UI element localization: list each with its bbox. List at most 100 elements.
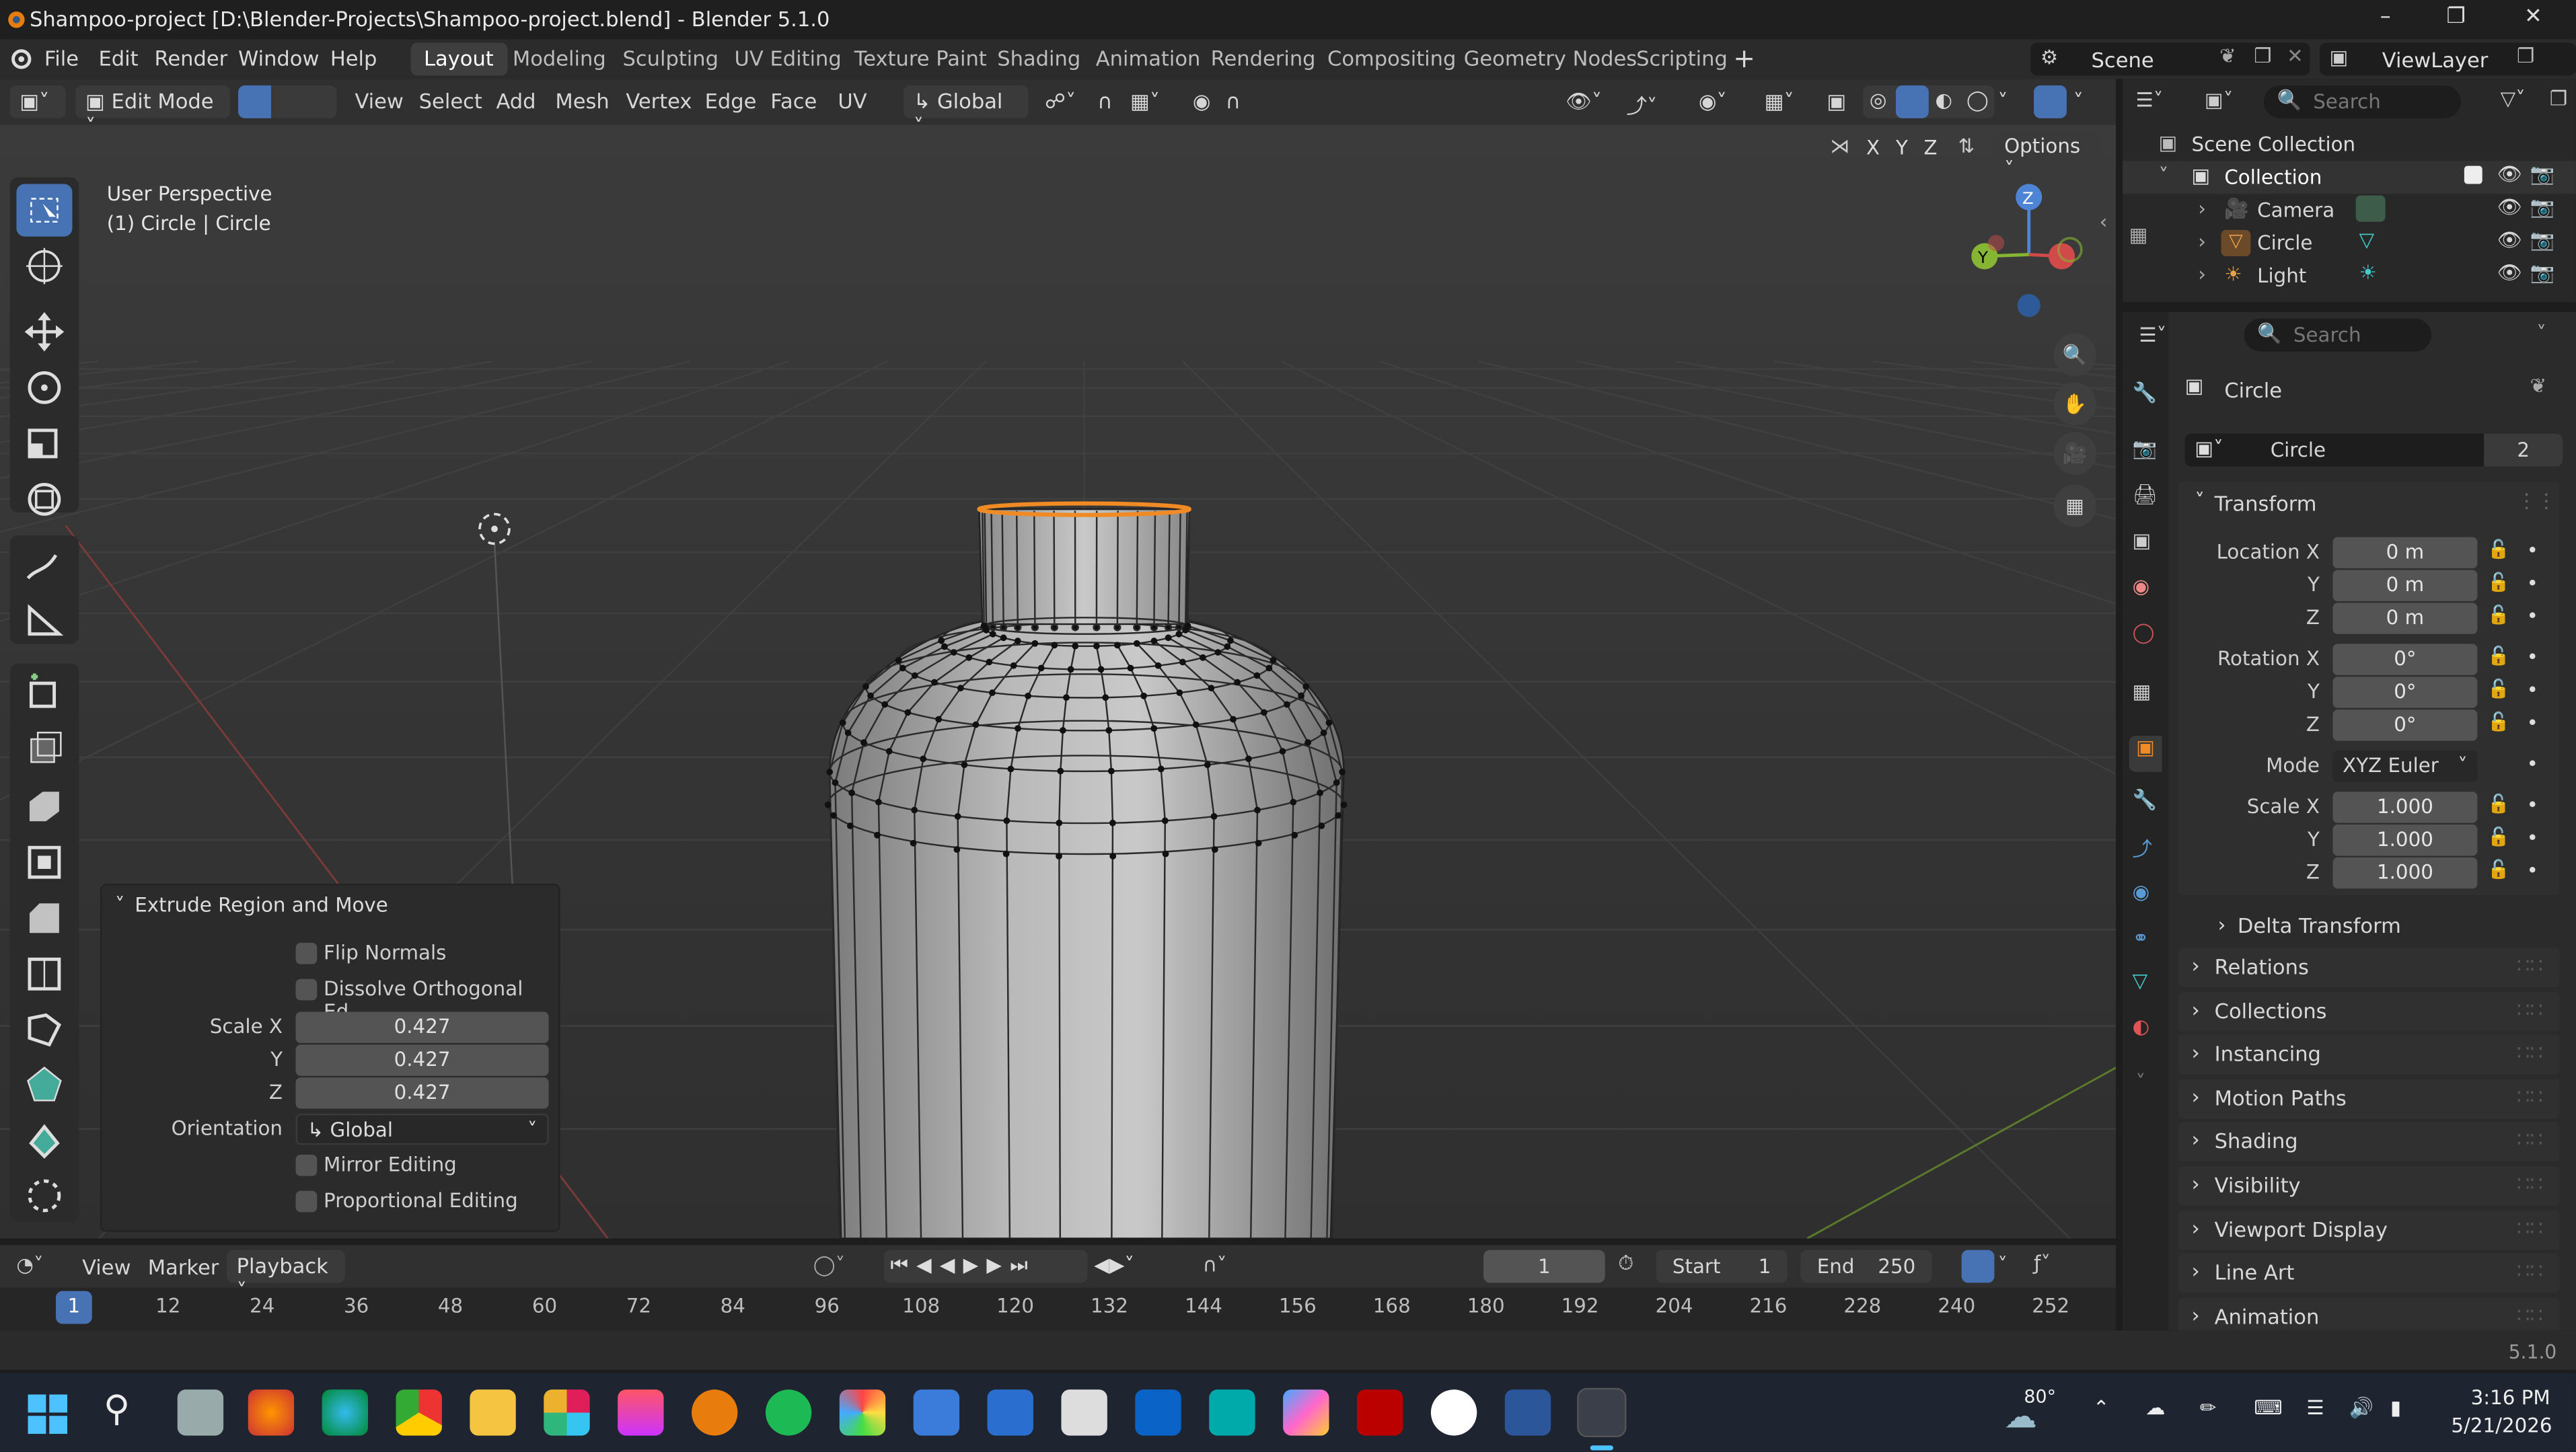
light-data-icon[interactable]: ☀ (2359, 261, 2377, 284)
header-menu-uv[interactable]: UV (838, 89, 867, 114)
timeline-editor-icon[interactable]: ◔˅ (16, 1253, 43, 1276)
material-shading-icon[interactable]: ◐ (1936, 89, 1953, 112)
panel-relations[interactable]: › Relations ∷∷ (2178, 948, 2560, 987)
mirror-x-toggle[interactable]: X (1866, 137, 1880, 159)
gizmo-toggle-icon[interactable]: ⤴˅ (1626, 89, 1657, 120)
keyframe-dot-icon[interactable]: • (2527, 753, 2538, 775)
outliner-row-camera[interactable]: › 🎥 Camera 👁 📷 (2123, 194, 2576, 227)
header-menu-add[interactable]: Add (496, 89, 536, 114)
redo-panel-title[interactable]: Extrude Region and Move (135, 894, 388, 917)
spotify-icon[interactable] (765, 1389, 812, 1436)
tab-geometry-nodes[interactable]: Geometry Nodes (1450, 42, 1650, 75)
header-menu-face[interactable]: Face (770, 89, 817, 114)
keyframe-dot-icon[interactable]: • (2527, 646, 2538, 668)
toggle-sidebar-icon[interactable] (2034, 85, 2067, 118)
filter-icon[interactable]: ▽˅ (2501, 87, 2526, 110)
lock-icon[interactable]: 🔓 (2487, 679, 2509, 700)
slack-icon[interactable] (544, 1389, 590, 1436)
header-menu-select[interactable]: Select (419, 89, 482, 114)
tool-move[interactable] (16, 305, 72, 358)
clock-time[interactable]: 3:16 PM (2471, 1386, 2550, 1409)
navigation-gizmo[interactable]: Z Y (1955, 181, 2103, 329)
current-frame-field[interactable]: 1 (1483, 1250, 1605, 1283)
tool-annotate[interactable] (16, 539, 72, 591)
tool-measure[interactable] (16, 595, 72, 647)
keyframe-dot-icon[interactable]: • (2527, 794, 2538, 816)
next-keyframe-icon[interactable]: ▶ (986, 1253, 1010, 1276)
scale-x-field[interactable]: 1.000 (2332, 792, 2478, 823)
face-select-icon[interactable] (304, 85, 337, 118)
scale-x-field[interactable]: 0.427 (295, 1011, 549, 1043)
drag-handle-icon[interactable]: ∷∷ (2517, 1258, 2543, 1283)
lock-icon[interactable]: 🔓 (2487, 859, 2509, 880)
clock-date[interactable]: 5/21/2026 (2451, 1414, 2552, 1437)
options-dropdown[interactable]: Options ˅ (1994, 131, 2103, 181)
mesh-overlays-icon[interactable]: ▦˅ (1765, 89, 1794, 114)
task-view-icon[interactable] (177, 1389, 224, 1436)
menu-render[interactable]: Render (155, 46, 228, 71)
header-dropdown-icon[interactable]: ˅ (2073, 89, 2084, 114)
firefox-icon[interactable] (248, 1389, 295, 1436)
shading-options-icon[interactable]: ˅ (1997, 89, 2008, 114)
lock-icon[interactable]: 🔓 (2487, 826, 2509, 847)
tool-spin[interactable] (16, 1114, 72, 1166)
chevron-right-icon[interactable]: › (2198, 197, 2206, 220)
mesh-data-selector[interactable]: ▣˅ Circle 2 (2184, 433, 2563, 467)
lock-icon[interactable]: 🔓 (2487, 605, 2509, 626)
jump-end-icon[interactable]: ⏭ (1010, 1253, 1036, 1276)
new-collection-icon[interactable]: ❐ (2550, 87, 2567, 110)
playback-dropdown[interactable]: Playback ˅ (226, 1250, 345, 1303)
editor-type-button[interactable]: ▣˅ (9, 85, 66, 118)
perspective-toggle-icon[interactable]: ▦ (2053, 484, 2096, 527)
menu-help[interactable]: Help (330, 46, 377, 71)
light-render-icon[interactable]: 📷 (2530, 261, 2555, 284)
end-frame-field[interactable]: End 250 (1800, 1250, 1932, 1283)
store-icon[interactable] (1209, 1389, 1255, 1436)
word-icon[interactable] (1504, 1389, 1551, 1436)
rotation-y-field[interactable]: 0° (2332, 677, 2478, 708)
scale-y-field[interactable]: 0.427 (295, 1044, 549, 1076)
blender-menu-icon[interactable] (7, 48, 33, 71)
wifi-icon[interactable]: ☰ (2306, 1396, 2324, 1419)
physics-tab-icon[interactable]: ◉ (2133, 880, 2150, 903)
calculator-icon[interactable] (913, 1389, 960, 1436)
location-y-field[interactable]: 0 m (2332, 570, 2478, 601)
lock-icon[interactable]: 🔓 (2487, 539, 2509, 560)
transform-orientation-dropdown[interactable]: ↳ Global ˅ (904, 85, 1029, 138)
rendered-shading-icon[interactable]: ◯ (1966, 89, 1989, 112)
drag-handle-icon[interactable]: ∷∷ (2517, 996, 2543, 1021)
tab-scripting[interactable]: Scripting (1623, 42, 1741, 75)
edge-icon[interactable] (322, 1389, 368, 1436)
chevron-right-icon[interactable]: › (2198, 230, 2206, 253)
header-menu-edge[interactable]: Edge (705, 89, 757, 114)
snap-icon[interactable]: ∩ (1097, 89, 1112, 114)
onion-skin-icon[interactable] (1961, 1250, 1995, 1283)
blender-launcher-icon[interactable] (692, 1389, 738, 1436)
display-mode-icon[interactable]: ▣˅ (2205, 89, 2233, 112)
driver-icon[interactable]: ƒ˅ (2034, 1252, 2051, 1274)
header-menu-vertex[interactable]: Vertex (626, 89, 692, 114)
mode-selector[interactable]: ▣ Edit Mode ˅ (75, 85, 230, 138)
tray-overflow-icon[interactable]: ⌃ (2093, 1396, 2110, 1419)
tab-modeling[interactable]: Modeling (499, 42, 619, 75)
transform-panel-title[interactable]: Transform (2215, 491, 2317, 516)
drag-handle-icon[interactable]: ⋮⋮ (2517, 490, 2556, 512)
tool-extrude[interactable] (16, 779, 72, 831)
tab-shading[interactable]: Shading (984, 42, 1094, 75)
outliner-search-input[interactable]: 🔍 Search (2263, 85, 2461, 118)
data-users-count[interactable]: 2 (2484, 433, 2563, 467)
collection-render-icon[interactable]: 📷 (2530, 163, 2555, 186)
pivot-point-icon[interactable]: ☍˅ (1045, 89, 1076, 114)
drag-handle-icon[interactable]: ∷∷ (2517, 953, 2543, 978)
header-menu-view[interactable]: View (355, 89, 403, 114)
timeline-menu-view[interactable]: View (82, 1255, 131, 1280)
start-frame-field[interactable]: Start 1 (1656, 1250, 1788, 1283)
chevron-right-icon[interactable]: › (2198, 263, 2206, 286)
play-icon[interactable]: ▶ (963, 1253, 987, 1276)
scale-z-field[interactable]: 0.427 (295, 1077, 549, 1109)
tab-layout[interactable]: Layout (410, 42, 507, 76)
camera-render-icon[interactable]: 📷 (2530, 196, 2555, 219)
mirror-editing-checkbox[interactable] (295, 1154, 318, 1176)
auto-merge-icon[interactable]: ⇅ (1958, 135, 1975, 157)
tool-inset[interactable] (16, 835, 72, 887)
